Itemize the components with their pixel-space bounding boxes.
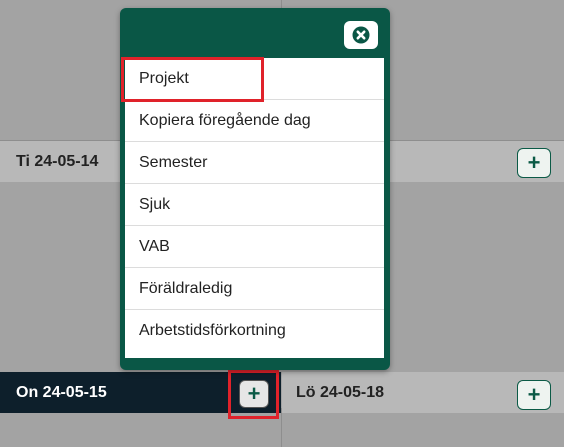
entry-type-menu: Projekt Kopiera föregående dag Semester … <box>125 58 384 358</box>
day-label: Ti 24-05-14 <box>16 152 99 170</box>
highlight-box <box>228 370 279 419</box>
highlight-box <box>121 57 264 102</box>
menu-item-semester[interactable]: Semester <box>125 142 384 184</box>
close-circle-icon <box>352 26 370 44</box>
menu-item-label: Arbetstidsförkortning <box>139 322 286 339</box>
plus-icon: + <box>527 382 541 407</box>
menu-item-sjuk[interactable]: Sjuk <box>125 184 384 226</box>
menu-item-label: Föräldraledig <box>139 279 233 297</box>
add-entry-button[interactable]: + <box>517 148 551 178</box>
menu-item-vab[interactable]: VAB <box>125 226 384 268</box>
close-button[interactable] <box>344 21 378 49</box>
add-entry-button[interactable]: + <box>517 380 551 410</box>
menu-item-copy-previous-day[interactable]: Kopiera föregående dag <box>125 100 384 142</box>
menu-item-label: Sjuk <box>139 195 171 213</box>
menu-item-label: Kopiera föregående dag <box>139 111 311 129</box>
menu-item-foraldraledig[interactable]: Föräldraledig <box>125 268 384 310</box>
menu-item-label: Semester <box>139 153 208 171</box>
column-divider <box>281 408 282 447</box>
menu-item-label: VAB <box>139 237 170 255</box>
day-label: On 24-05-15 <box>16 383 107 401</box>
day-label: Lö 24-05-18 <box>296 383 385 401</box>
plus-icon: + <box>527 150 541 175</box>
menu-item-arbetstidsforkortning[interactable]: Arbetstidsförkortning <box>125 310 384 352</box>
